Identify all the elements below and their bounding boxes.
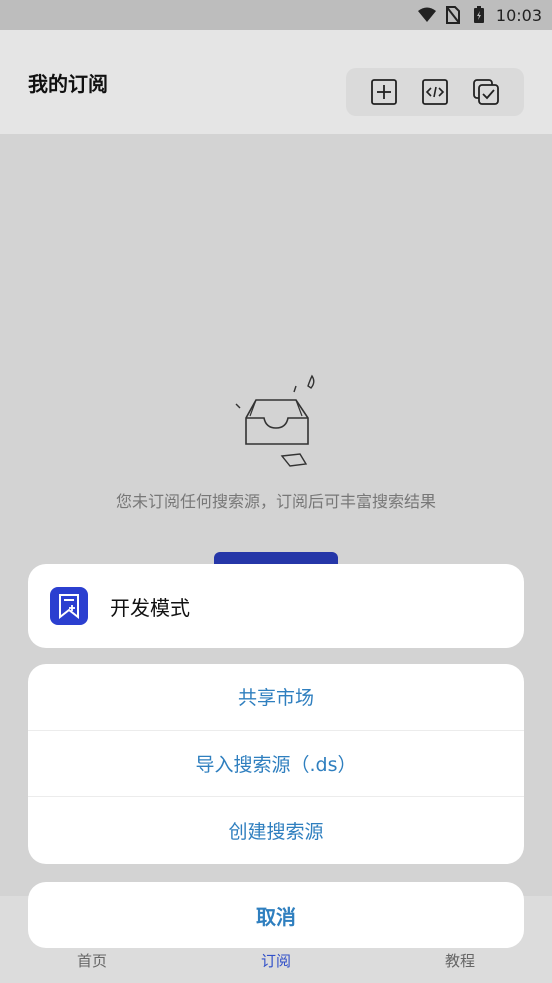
dev-mode-label: 开发模式 [110, 595, 190, 620]
dev-mode-row[interactable]: 开发模式 [28, 564, 524, 648]
action-menu: 共享市场 导入搜索源（.ds） 创建搜索源 [28, 664, 524, 864]
import-source-item[interactable]: 导入搜索源（.ds） [28, 731, 524, 798]
bookmark-add-icon [50, 587, 88, 625]
cancel-button[interactable]: 取消 [28, 882, 524, 948]
create-source-item[interactable]: 创建搜索源 [28, 797, 524, 864]
shared-market-item[interactable]: 共享市场 [28, 664, 524, 731]
action-sheet-overlay: 开发模式 共享市场 导入搜索源（.ds） 创建搜索源 取消 [0, 0, 552, 983]
